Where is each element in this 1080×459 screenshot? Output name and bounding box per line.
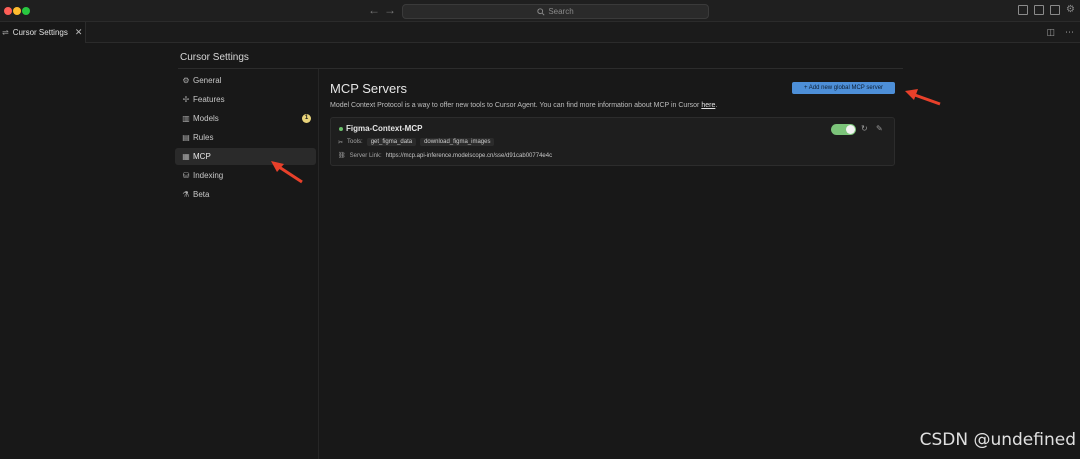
settings-title: Cursor Settings [180,52,249,63]
server-link: https://mcp.api-inference.modelscope.cn/… [385,152,553,159]
back-arrow-icon[interactable]: ← [368,3,380,17]
description-end: . [715,102,718,109]
edit-icon[interactable]: ✎ [876,124,883,133]
annotation-arrow-icon [271,161,303,184]
search-icon [537,7,545,16]
tools-label: Tools: [347,139,363,145]
sidebar-item-rules[interactable]: ▤ Rules [175,129,316,146]
server-link-row: ⛓ Server Link: https://mcp.api-inference… [338,152,553,160]
refresh-icon[interactable]: ↻ [861,124,868,133]
tool-tag: get_figma_data [366,138,417,146]
features-icon: ✢ [182,95,190,104]
tools-icon: ✂ [338,139,344,146]
server-tools-row: ✂ Tools: get_figma_data download_figma_i… [338,138,495,146]
sidebar-item-models[interactable]: ▥ Models 1 [175,110,316,127]
description-link[interactable]: here [701,102,715,109]
split-editor-icon[interactable]: ◫ [1046,27,1055,38]
server-status-dot [339,127,343,131]
minimize-window-button[interactable] [13,7,21,15]
sidebar-item-general[interactable]: ⚙ General [175,72,316,89]
more-actions-icon[interactable]: ⋯ [1065,27,1074,38]
toggle-secondary-sidebar-icon[interactable] [1050,5,1060,15]
sidebar-item-label: MCP [193,152,211,161]
search-placeholder: Search [548,7,574,16]
database-icon: ⛁ [182,171,190,180]
mcp-server-card: Figma-Context-MCP ✂ Tools: get_figma_dat… [330,117,895,166]
sidebar-item-label: Beta [193,190,210,199]
divider [318,69,319,459]
close-icon[interactable]: ✕ [75,27,83,38]
sidebar-item-label: Indexing [193,171,224,180]
editor-tab-bar: ⇌ Cursor Settings ✕ ◫ ⋯ [0,22,1080,43]
server-enable-toggle[interactable] [831,124,856,135]
page-title: MCP Servers [330,81,408,96]
toggle-knob [846,125,855,134]
description-text: Model Context Protocol is a way to offer… [330,102,702,109]
watermark: CSDN @undefined [919,430,1076,450]
tab-cursor-settings[interactable]: ⇌ Cursor Settings ✕ [0,22,86,43]
tool-tag: download_figma_images [420,138,495,146]
mcp-icon: ▦ [182,152,190,161]
tab-actions: ◫ ⋯ [1046,27,1074,38]
sidebar-item-features[interactable]: ✢ Features [175,91,316,108]
window-titlebar: ← → Search ⚙ [0,0,1080,22]
toggle-sidebar-icon[interactable] [1018,5,1028,15]
mcp-description: Model Context Protocol is a way to offer… [330,102,717,109]
gear-icon: ⚙ [182,76,190,85]
flask-icon: ⚗ [182,190,190,199]
models-badge: 1 [302,114,311,123]
toggle-panel-icon[interactable] [1034,5,1044,15]
forward-arrow-icon[interactable]: → [384,3,396,17]
link-label: Server Link: [349,152,382,159]
server-name: Figma-Context-MCP [346,124,423,133]
tab-label: Cursor Settings [12,28,68,37]
settings-tab-icon: ⇌ [2,28,9,37]
maximize-window-button[interactable] [22,7,30,15]
sidebar-item-label: Rules [193,133,214,142]
divider [178,68,903,69]
add-global-mcp-server-button[interactable]: + Add new global MCP server [792,82,895,94]
command-search-box[interactable]: Search [402,4,709,19]
sidebar-item-label: Features [193,95,225,104]
sidebar-item-label: General [193,76,222,85]
chart-icon: ▥ [182,114,190,123]
sidebar-item-label: Models [193,114,219,123]
document-icon: ▤ [182,133,190,142]
close-window-button[interactable] [4,7,12,15]
layout-controls: ⚙ [1018,5,1076,15]
annotation-arrow-icon [905,89,941,106]
gear-icon[interactable]: ⚙ [1066,5,1076,15]
link-icon: ⛓ [338,153,346,159]
sidebar-item-beta[interactable]: ⚗ Beta [175,186,316,203]
